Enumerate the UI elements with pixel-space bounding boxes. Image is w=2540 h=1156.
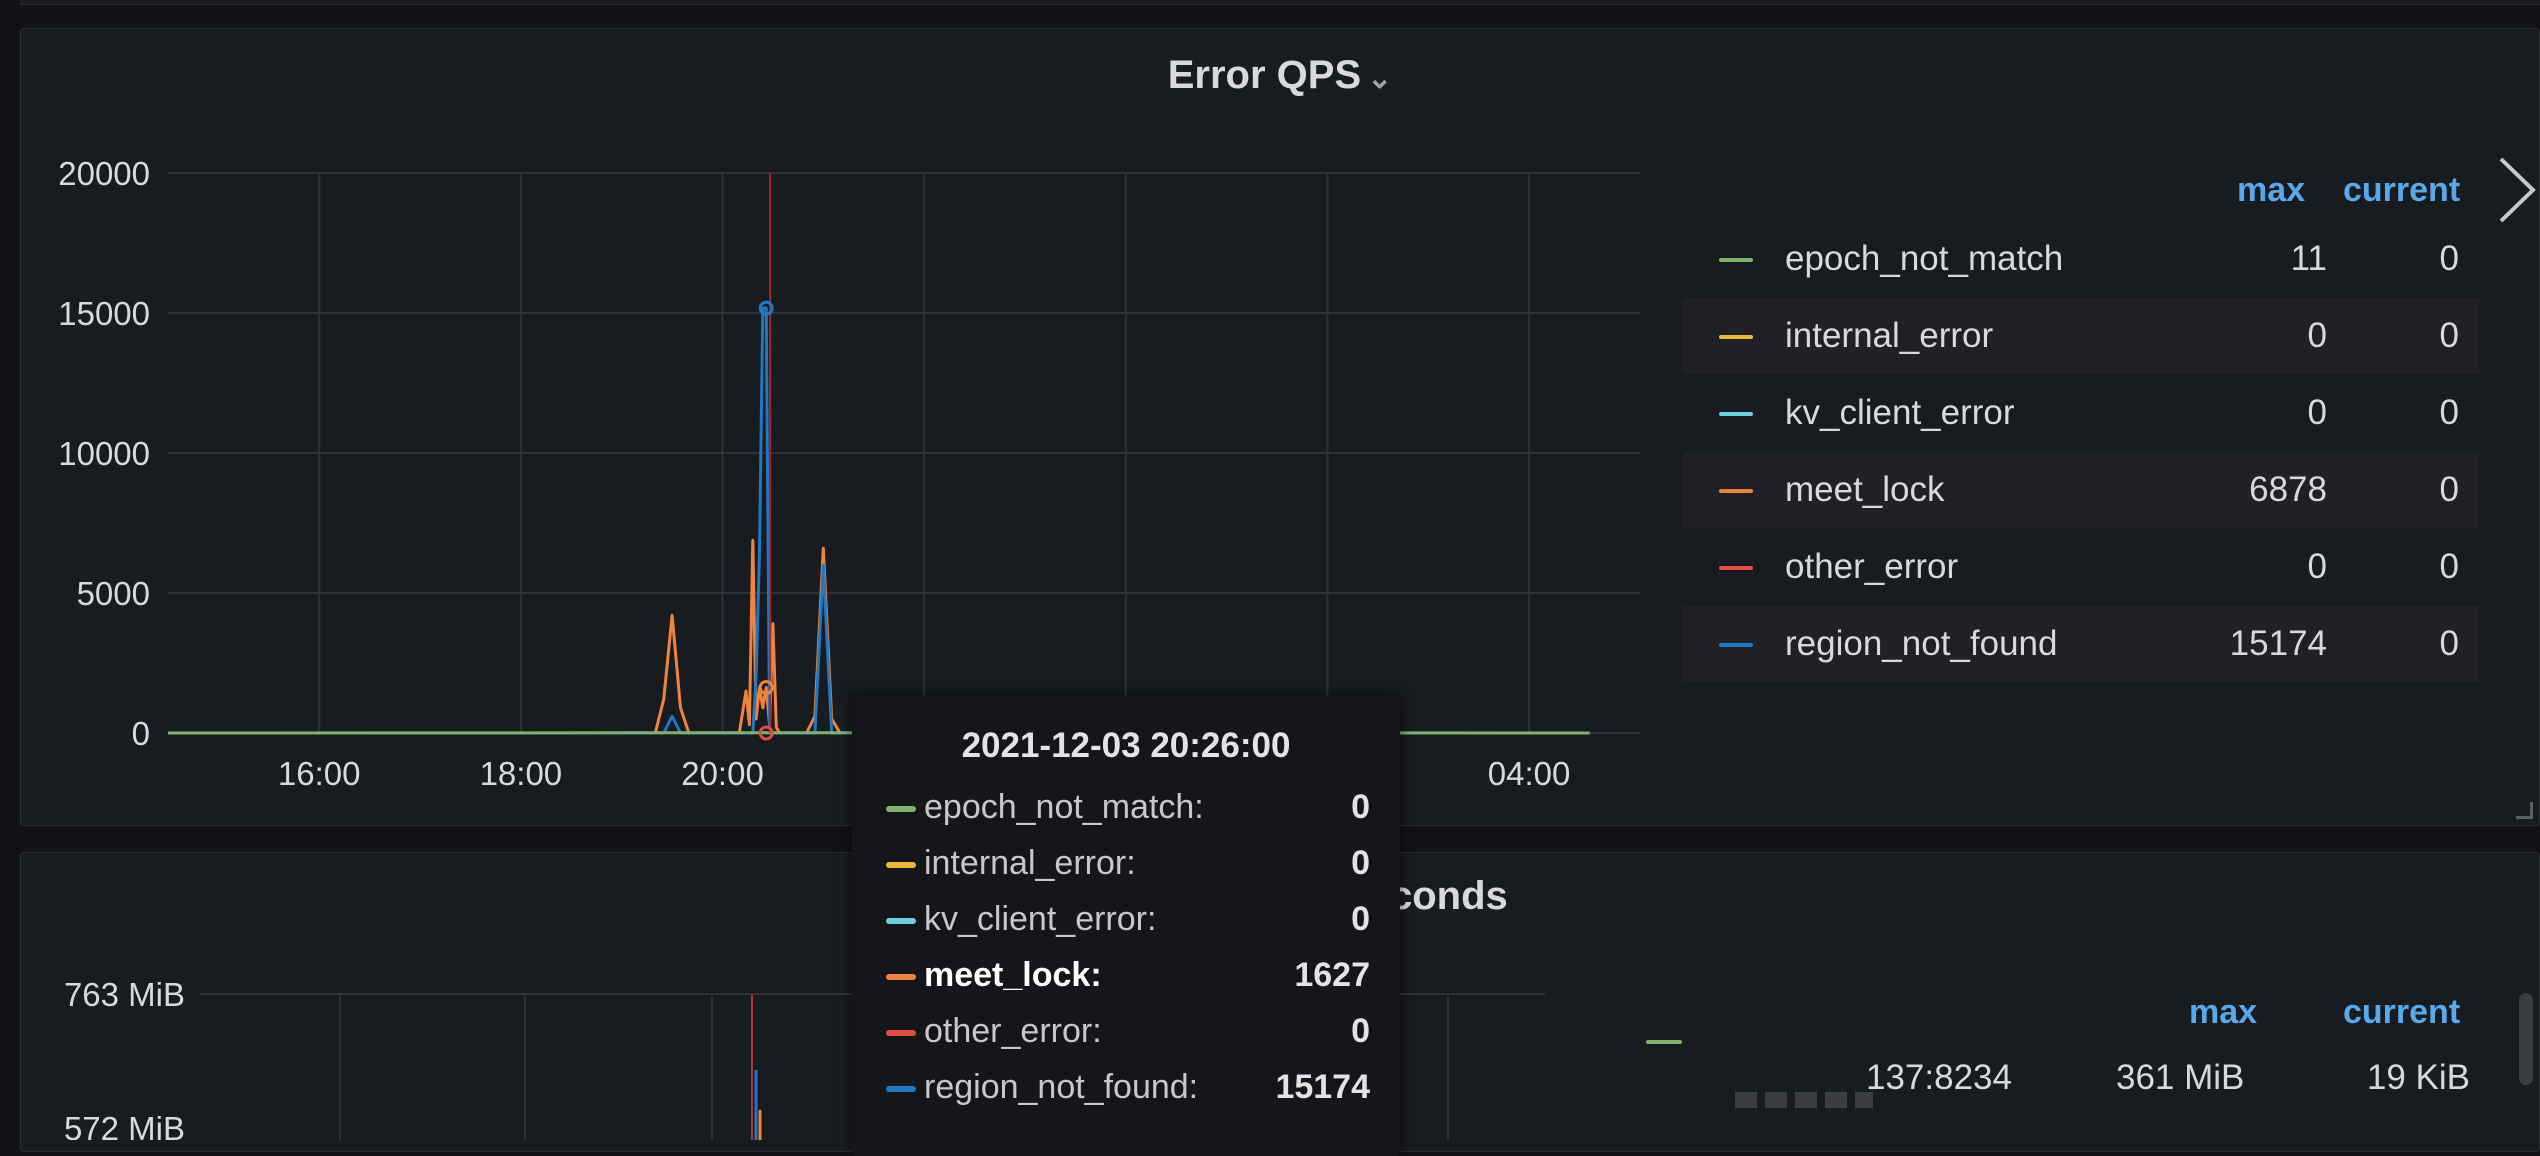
chevron-right-icon[interactable] <box>2491 155 2539 225</box>
tooltip-series-value: 1627 <box>1294 956 1370 995</box>
tooltip-series-name: other_error: <box>924 1012 1102 1051</box>
legend-series-current: 0 <box>2440 547 2459 587</box>
tooltip-row: kv_client_error: 0 <box>886 892 1370 948</box>
legend-series-name[interactable]: region_not_found <box>1785 624 2057 664</box>
tooltip-series-name: epoch_not_match: <box>924 788 1204 827</box>
legend-series-name[interactable]: other_error <box>1785 547 1958 587</box>
legend-series-name[interactable]: meet_lock <box>1785 470 1945 510</box>
legend-row-kv-client-error[interactable]: kv_client_error 0 0 <box>1683 375 2479 451</box>
legend-series-dash <box>1646 1040 1682 1044</box>
y-tick-label: 763 MiB <box>64 976 185 1013</box>
chevron-down-icon[interactable]: ⌄ <box>1367 62 1392 95</box>
series-color-dash <box>1719 489 1753 493</box>
tooltip-series-value: 0 <box>1351 788 1370 827</box>
y-tick-label: 5000 <box>77 575 150 612</box>
legend-series-max: 0 <box>2308 547 2327 587</box>
legend-row-epoch-not-match[interactable]: epoch_not_match 11 0 <box>1683 221 2479 297</box>
series-color-dash <box>1719 258 1753 262</box>
legend-series-name[interactable]: internal_error <box>1785 316 1993 356</box>
y-tick-label: 20000 <box>58 155 150 192</box>
tooltip-series-name: kv_client_error: <box>924 900 1156 939</box>
legend-series-current: 0 <box>2440 624 2459 664</box>
legend-row-internal-error[interactable]: internal_error 0 0 <box>1683 298 2479 374</box>
series-color-dash <box>886 862 916 868</box>
tooltip-series-name: internal_error: <box>924 844 1136 883</box>
legend-scrollbar[interactable] <box>2519 993 2533 1085</box>
series-color-dash <box>1719 412 1753 416</box>
series-line-region-not-found <box>168 308 1590 733</box>
series-color-dash <box>886 974 916 980</box>
legend-series-current: 0 <box>2440 316 2459 356</box>
chart-tooltip: 2021-12-03 20:26:00 epoch_not_match:0int… <box>852 696 1400 1156</box>
tooltip-series-name: region_not_found: <box>924 1068 1198 1107</box>
series-color-dash <box>1719 566 1753 570</box>
series-color-dash <box>1719 643 1753 647</box>
redacted-text <box>1735 1092 1873 1108</box>
legend-series-max: 11 <box>2291 239 2327 279</box>
legend-header-max[interactable]: max <box>2189 993 2257 1032</box>
tooltip-series-value: 0 <box>1351 900 1370 939</box>
y-tick-label: 572 MiB <box>64 1110 185 1140</box>
series-color-dash <box>1719 335 1753 339</box>
legend-series-current: 19 KiB <box>2367 1058 2470 1098</box>
panel-title: Error QPS <box>1168 53 1361 97</box>
y-tick-label: 15000 <box>58 295 150 332</box>
tooltip-row: meet_lock: 1627 <box>886 948 1370 1004</box>
legend-series-name[interactable]: epoch_not_match <box>1785 239 2063 279</box>
legend-series-max: 361 MiB <box>2116 1058 2244 1098</box>
legend-header-current[interactable]: current <box>2343 171 2460 210</box>
series-color-dash <box>886 806 916 812</box>
tooltip-row: region_not_found: 15174 <box>886 1060 1370 1116</box>
legend-header-max[interactable]: max <box>2237 171 2305 210</box>
legend-series-max: 0 <box>2308 393 2327 433</box>
legend-series-name[interactable]: 137:8234 <box>1866 1058 2012 1098</box>
y-tick-label: 0 <box>132 715 150 752</box>
legend-series-max: 0 <box>2308 316 2327 356</box>
tooltip-row: other_error: 0 <box>886 1004 1370 1060</box>
tooltip-row: epoch_not_match: 0 <box>886 780 1370 836</box>
legend-row-other-error[interactable]: other_error 0 0 <box>1683 529 2479 605</box>
panel-title-menu[interactable]: Error QPS⌄ <box>21 53 2539 98</box>
tooltip-series-value: 0 <box>1351 1012 1370 1051</box>
x-tick-label: 20:00 <box>681 755 764 792</box>
previous-panel-edge <box>20 0 2540 5</box>
error-qps-chart[interactable]: 0 5000 10000 15000 20000 16:00 18:00 20:00 04:0… <box>0 150 1660 810</box>
legend-series-max: 6878 <box>2249 470 2327 510</box>
y-tick-label: 10000 <box>58 435 150 472</box>
x-tick-label: 04:00 <box>1488 755 1571 792</box>
legend-row-region-not-found[interactable]: region_not_found 15174 0 <box>1683 606 2479 682</box>
legend-series-max: 15174 <box>2230 624 2327 664</box>
legend-series-name[interactable]: kv_client_error <box>1785 393 2015 433</box>
series-color-dash <box>886 1086 916 1092</box>
legend-row-meet-lock[interactable]: meet_lock 6878 0 <box>1683 452 2479 528</box>
tooltip-row: internal_error: 0 <box>886 836 1370 892</box>
series-color-dash <box>886 918 916 924</box>
legend-series-current: 0 <box>2440 470 2459 510</box>
panel-title[interactable]: conds <box>1390 874 1508 919</box>
x-tick-label: 18:00 <box>480 755 563 792</box>
legend-series-current: 0 <box>2440 239 2459 279</box>
legend-header-current[interactable]: current <box>2343 993 2460 1032</box>
tooltip-series-value: 15174 <box>1275 1068 1370 1107</box>
tooltip-series-value: 0 <box>1351 844 1370 883</box>
series-color-dash <box>886 1030 916 1036</box>
legend-series-current: 0 <box>2440 393 2459 433</box>
tooltip-series-name: meet_lock: <box>924 956 1102 995</box>
tooltip-title: 2021-12-03 20:26:00 <box>852 726 1400 766</box>
resize-handle[interactable] <box>2516 802 2533 819</box>
x-tick-label: 16:00 <box>278 755 361 792</box>
